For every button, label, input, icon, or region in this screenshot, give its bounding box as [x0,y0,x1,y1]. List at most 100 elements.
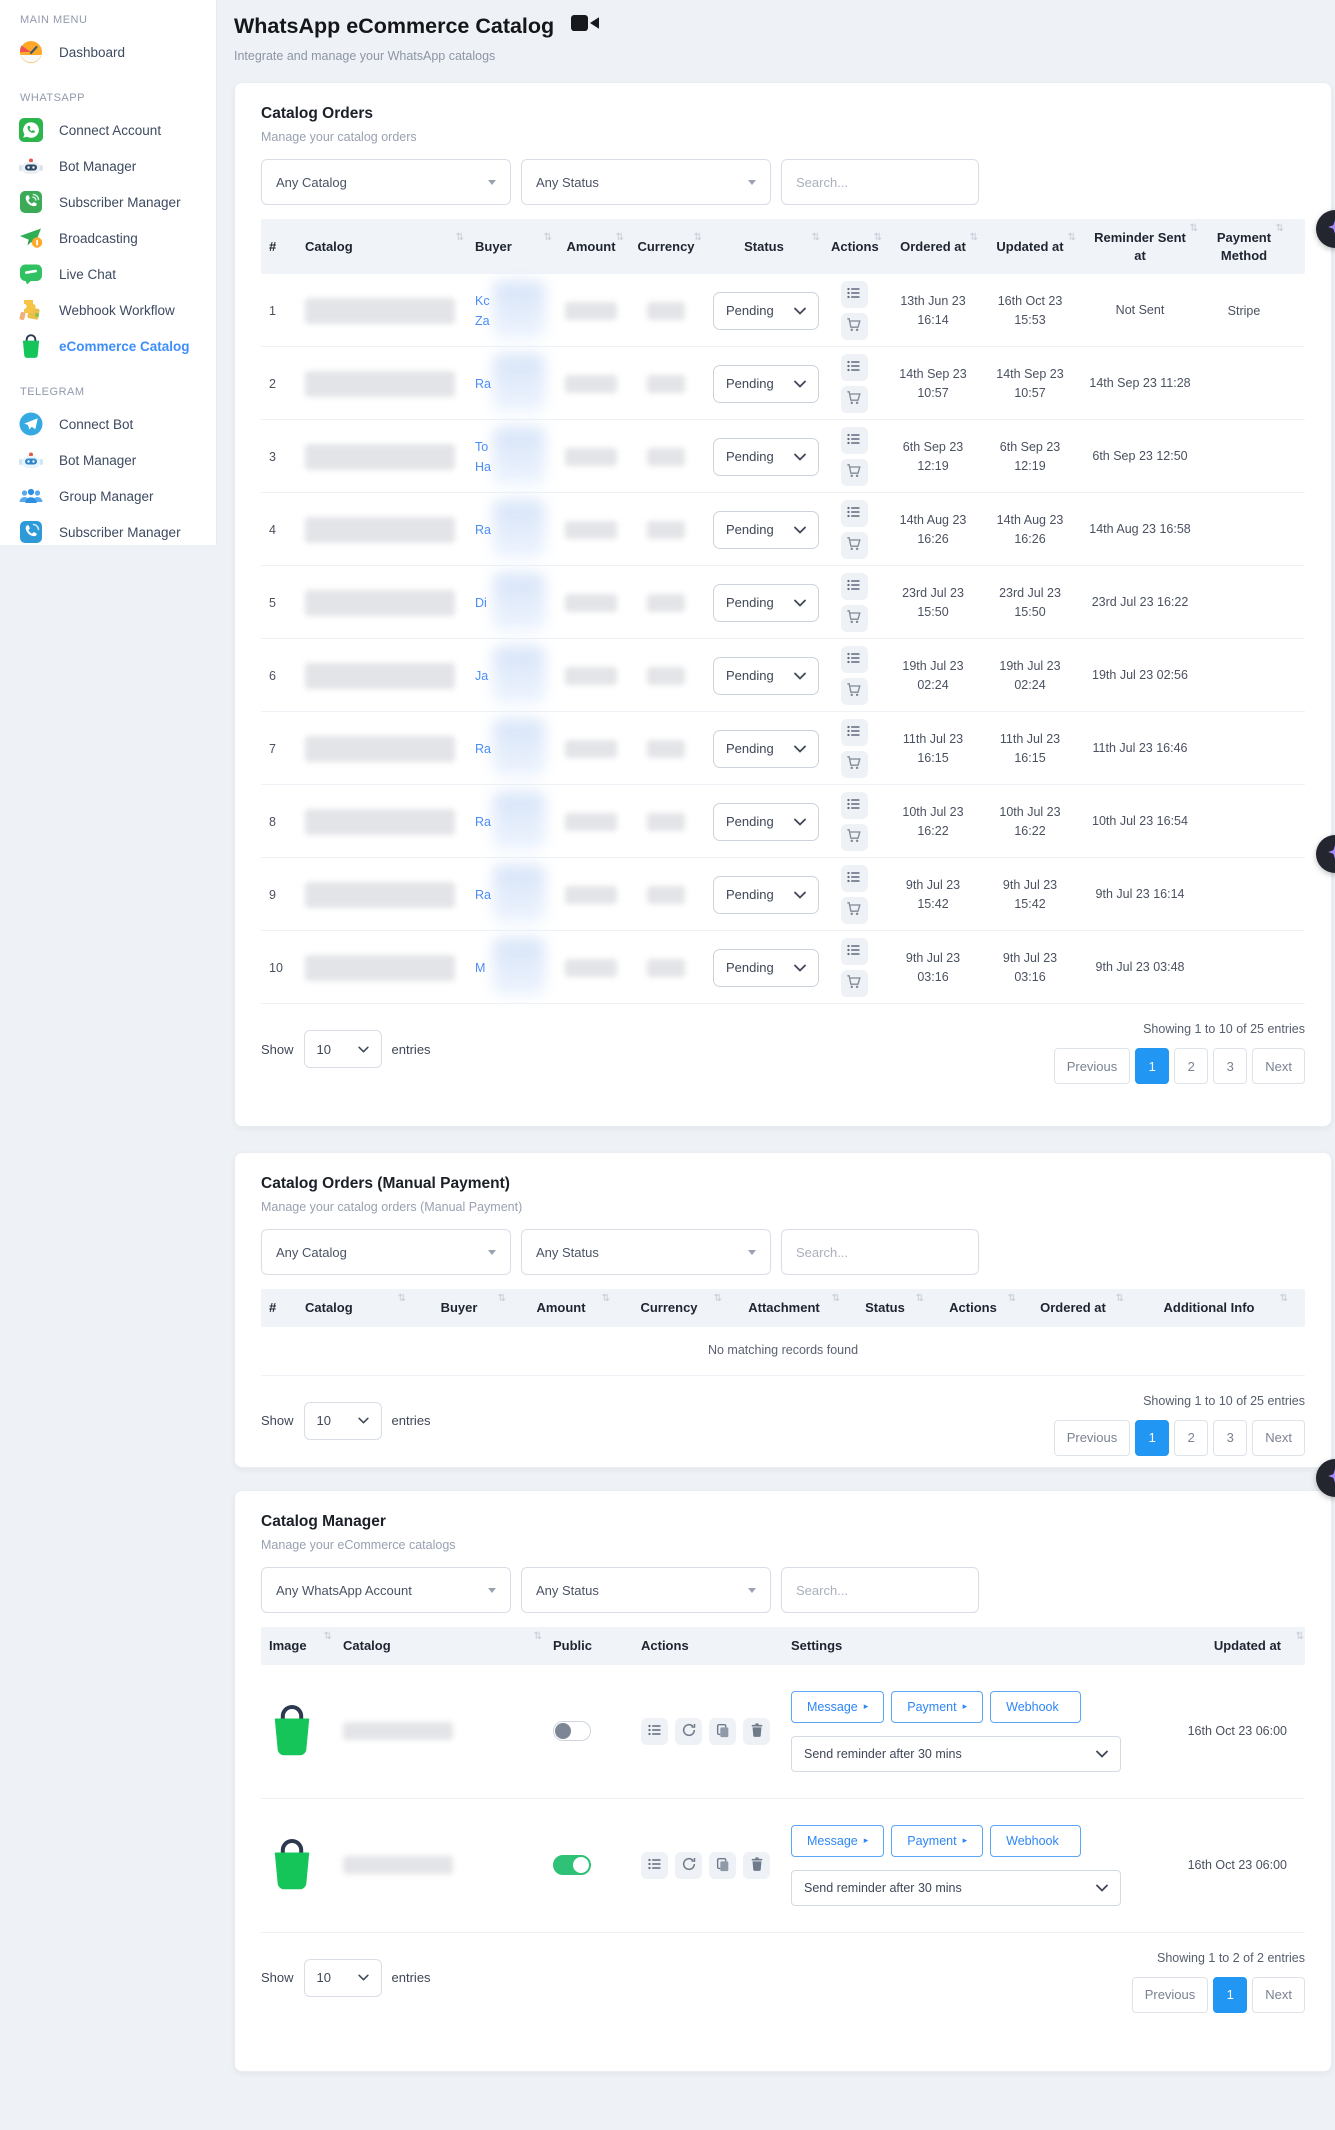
status-select[interactable]: Pending [713,438,819,476]
status-select[interactable]: Pending [713,949,819,987]
page-number-button[interactable]: 2 [1174,1420,1208,1456]
order-details-button[interactable] [841,646,868,673]
sort-icon[interactable] [812,231,820,245]
page-number-button[interactable]: 3 [1213,1048,1247,1084]
sidebar-item-webhook-workflow[interactable]: Webhook Workflow [0,292,216,328]
cart-button[interactable] [841,824,868,851]
order-details-button[interactable] [841,427,868,454]
catalog-filter-select[interactable]: Any Catalog [261,159,511,205]
next-page-button[interactable]: Next [1252,1048,1305,1084]
sidebar-item-ecommerce-catalog[interactable]: eCommerce Catalog [0,328,216,364]
column-header-image[interactable]: Image [261,1627,335,1665]
buyer-link[interactable]: M [475,958,485,978]
page-number-button[interactable]: 3 [1213,1420,1247,1456]
status-select[interactable]: Pending [713,803,819,841]
sort-icon[interactable] [602,1292,610,1306]
order-details-button[interactable] [841,792,868,819]
webhook-settings-button[interactable]: Webhook [990,1825,1081,1857]
status-filter-select[interactable]: Any Status [521,1567,771,1613]
previous-page-button[interactable]: Previous [1132,1977,1209,2013]
sidebar-item-dashboard[interactable]: Dashboard [0,34,216,70]
whatsapp-account-filter-select[interactable]: Any WhatsApp Account [261,1567,511,1613]
next-page-button[interactable]: Next [1252,1977,1305,2013]
column-header-updated-at[interactable]: Updated at [981,228,1079,266]
page-number-button[interactable]: 1 [1135,1048,1169,1084]
column-header-updated-at[interactable]: Updated at [1139,1627,1307,1665]
page-number-button[interactable]: 1 [1135,1420,1169,1456]
delete-button[interactable] [743,1718,770,1745]
sort-icon[interactable] [714,1292,722,1306]
sort-icon[interactable] [832,1292,840,1306]
video-camera-icon[interactable] [570,12,600,40]
sort-icon[interactable] [544,231,552,245]
order-details-button[interactable] [841,865,868,892]
search-input[interactable] [781,159,979,205]
status-select[interactable]: Pending [713,584,819,622]
cart-button[interactable] [841,751,868,778]
sort-icon[interactable] [874,231,882,245]
status-filter-select[interactable]: Any Status [521,159,771,205]
copy-button[interactable] [709,1852,736,1879]
buyer-link[interactable]: Ra [475,885,491,905]
column-header-buyer[interactable]: Buyer [467,228,555,266]
column-header-actions[interactable]: Actions [927,1289,1019,1327]
delete-button[interactable] [743,1852,770,1879]
status-select[interactable]: Pending [713,876,819,914]
column-header-attachment[interactable]: Attachment [725,1289,843,1327]
previous-page-button[interactable]: Previous [1054,1048,1131,1084]
sort-icon[interactable] [534,1630,542,1644]
order-details-button[interactable] [841,573,868,600]
entries-select[interactable]: 10 [304,1959,382,1997]
column-header-status[interactable]: Status [705,228,823,266]
page-number-button[interactable]: 1 [1213,1977,1247,2013]
cart-button[interactable] [841,605,868,632]
payment-settings-button[interactable]: Payment▸ [891,1691,983,1723]
copy-button[interactable] [709,1718,736,1745]
public-toggle[interactable] [553,1855,591,1875]
sidebar-item-subscriber-manager[interactable]: Subscriber Manager [0,184,216,220]
status-select[interactable]: Pending [713,730,819,768]
message-settings-button[interactable]: Message▸ [791,1691,884,1723]
column-header-actions[interactable]: Actions [823,228,885,266]
column-header-currency[interactable]: Currency [613,1289,725,1327]
sort-icon[interactable] [1068,231,1076,245]
buyer-link[interactable]: Ra [475,520,491,540]
column-header-ordered-at[interactable]: Ordered at [1019,1289,1127,1327]
order-details-button[interactable] [841,719,868,746]
public-toggle[interactable] [553,1721,591,1741]
message-settings-button[interactable]: Message▸ [791,1825,884,1857]
reminder-select[interactable]: Send reminder after 30 mins [791,1870,1121,1906]
column-header-ordered-at[interactable]: Ordered at [885,228,981,266]
status-select[interactable]: Pending [713,657,819,695]
sort-icon[interactable] [1190,222,1198,236]
cart-button[interactable] [841,970,868,997]
sidebar-item-bot-manager[interactable]: Bot Manager [0,148,216,184]
status-select[interactable]: Pending [713,511,819,549]
sidebar-item-telegram-subscriber-manager[interactable]: Subscriber Manager [0,514,216,545]
cart-button[interactable] [841,313,868,340]
sidebar-item-broadcasting[interactable]: Broadcasting [0,220,216,256]
column-header-amount[interactable]: Amount [555,228,627,266]
refresh-button[interactable] [675,1718,702,1745]
sort-icon[interactable] [916,1292,924,1306]
catalog-details-button[interactable] [641,1718,668,1745]
column-header-catalog[interactable]: Catalog [335,1627,545,1665]
cart-button[interactable] [841,386,868,413]
next-page-button[interactable]: Next [1252,1420,1305,1456]
payment-settings-button[interactable]: Payment▸ [891,1825,983,1857]
buyer-link[interactable]: To Ha [475,437,491,477]
order-details-button[interactable] [841,354,868,381]
sort-icon[interactable] [616,231,624,245]
order-details-button[interactable] [841,281,868,308]
status-select[interactable]: Pending [713,292,819,330]
entries-select[interactable]: 10 [304,1402,382,1440]
status-filter-select[interactable]: Any Status [521,1229,771,1275]
column-header-currency[interactable]: Currency [627,228,705,266]
page-number-button[interactable]: 2 [1174,1048,1208,1084]
cart-button[interactable] [841,532,868,559]
search-input[interactable] [781,1567,979,1613]
sort-icon[interactable] [324,1630,332,1644]
column-header-catalog[interactable]: Catalog [297,1289,409,1327]
column-header-buyer[interactable]: Buyer [409,1289,509,1327]
cart-button[interactable] [841,897,868,924]
